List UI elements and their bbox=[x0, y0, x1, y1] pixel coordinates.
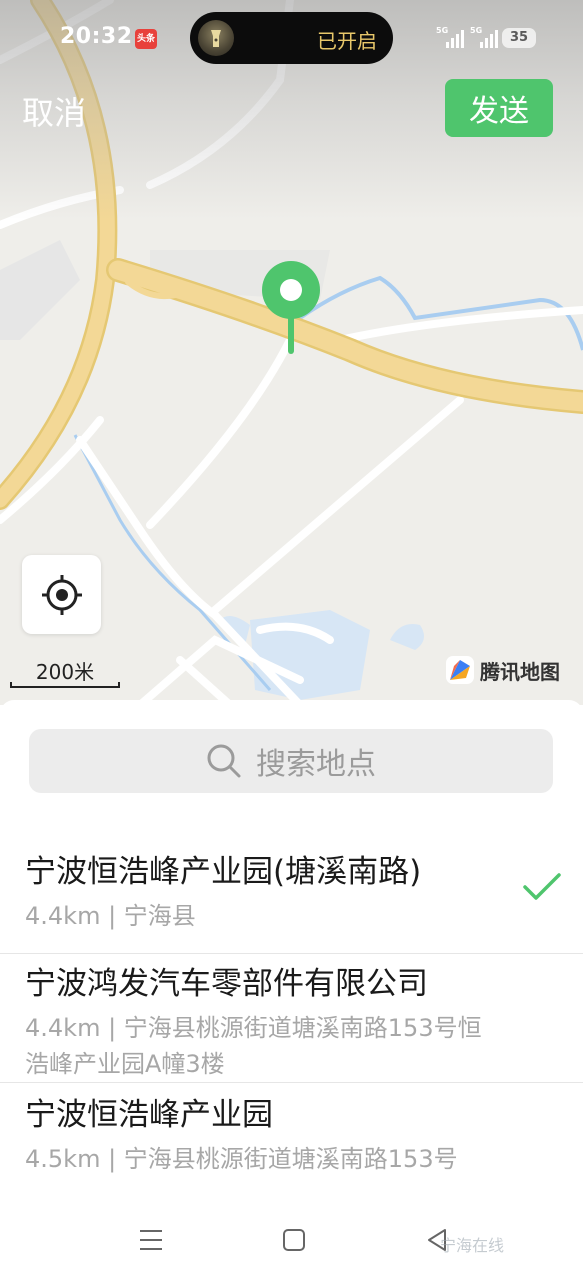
search-placeholder: 搜索地点 bbox=[256, 747, 376, 782]
locate-me-button[interactable] bbox=[22, 555, 101, 634]
watermark: 宁海在线 bbox=[440, 1236, 505, 1255]
tencent-map-icon bbox=[446, 656, 474, 684]
status-indicators: 5G 5G 35 bbox=[436, 24, 546, 54]
search-input[interactable]: 搜索地点 bbox=[29, 729, 553, 793]
status-bar: 20:32 头条 已开启 5G 5G 35 bbox=[0, 0, 583, 76]
island-status-text: 已开启 bbox=[317, 29, 377, 53]
result-subtitle: 4.5km | 宁海县桃源街道塘溪南路153号 bbox=[25, 1145, 458, 1173]
result-item[interactable]: 宁波鸿发汽车零部件有限公司 4.4km | 宁海县桃源街道塘溪南路153号恒浩峰… bbox=[0, 954, 583, 1082]
home-icon[interactable] bbox=[282, 1228, 306, 1252]
result-subtitle: 4.4km | 宁海县 bbox=[25, 902, 196, 930]
result-title: 宁波鸿发汽车零部件有限公司 bbox=[25, 966, 428, 1002]
menu-icon[interactable] bbox=[138, 1228, 164, 1252]
result-item[interactable]: 宁波恒浩峰产业园 4.5km | 宁海县桃源街道塘溪南路153号 bbox=[0, 1083, 583, 1200]
signal-icon-2 bbox=[480, 30, 498, 48]
dynamic-island[interactable]: 已开启 bbox=[190, 12, 393, 64]
status-time: 20:32 bbox=[60, 24, 133, 49]
map-logo-text: 腾讯地图 bbox=[480, 659, 560, 684]
news-app-badge: 头条 bbox=[135, 29, 157, 49]
battery-icon: 35 bbox=[502, 28, 536, 48]
scale-bar bbox=[10, 682, 120, 688]
send-button[interactable]: 发送 bbox=[445, 79, 553, 137]
tencent-map-logo: 腾讯地图 bbox=[446, 655, 560, 685]
signal-icon bbox=[446, 30, 464, 48]
location-panel: 搜索地点 宁波恒浩峰产业园(塘溪南路) 4.4km | 宁海县 宁波鸿发汽车零部… bbox=[0, 700, 583, 1280]
map-scale: 200米 bbox=[10, 656, 120, 688]
cancel-button[interactable]: 取消 bbox=[22, 88, 86, 134]
crosshair-icon bbox=[41, 574, 82, 615]
result-item[interactable]: 宁波恒浩峰产业园(塘溪南路) 4.4km | 宁海县 bbox=[0, 820, 583, 954]
scale-label: 200米 bbox=[35, 660, 95, 684]
result-subtitle: 4.4km | 宁海县桃源街道塘溪南路153号恒浩峰产业园A幢3楼 bbox=[25, 1014, 482, 1078]
system-nav-bar: 宁海在线 bbox=[0, 1200, 583, 1280]
search-icon bbox=[207, 744, 241, 778]
flashlight-icon bbox=[198, 20, 234, 56]
result-title: 宁波恒浩峰产业园 bbox=[25, 1097, 273, 1133]
checkmark-icon bbox=[523, 873, 561, 900]
result-title: 宁波恒浩峰产业园(塘溪南路) bbox=[25, 854, 422, 890]
